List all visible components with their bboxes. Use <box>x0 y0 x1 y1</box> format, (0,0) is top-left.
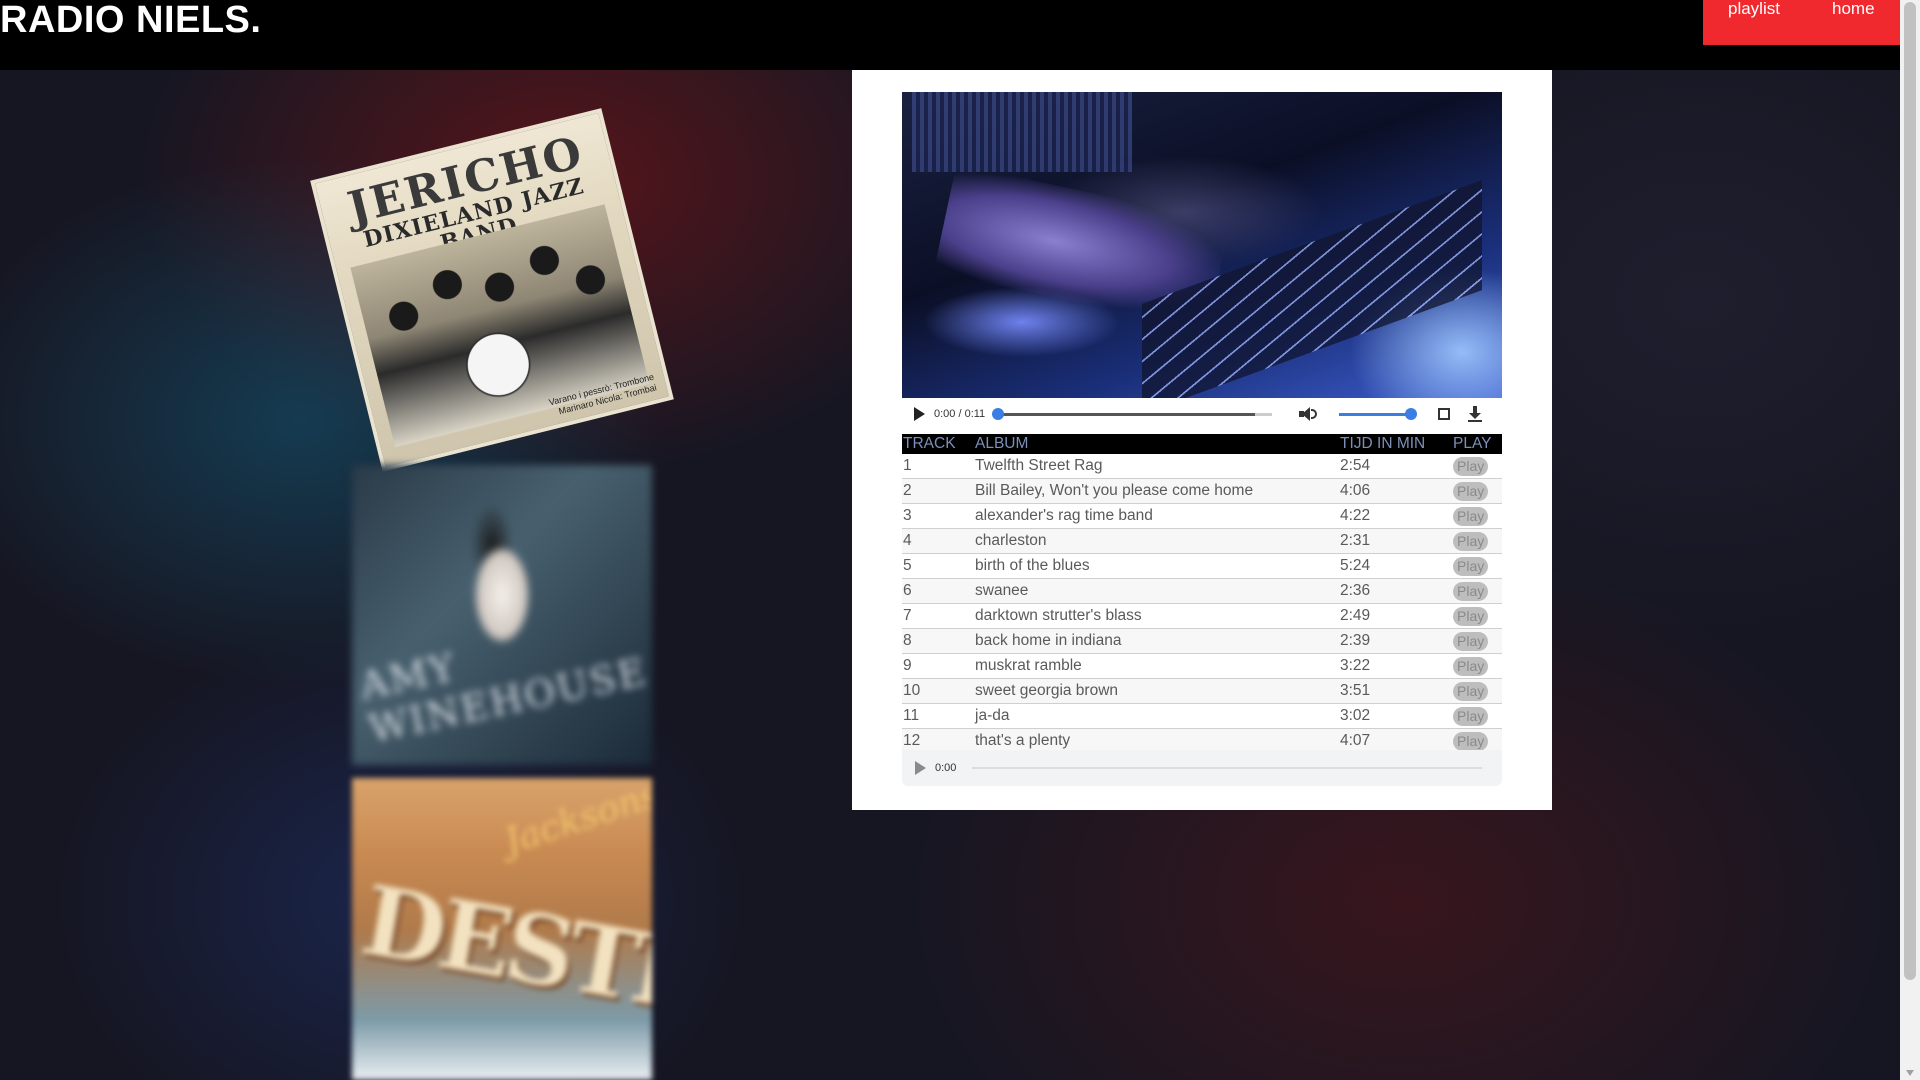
track-duration: 5:24 <box>1339 553 1452 579</box>
track-duration: 2:54 <box>1339 454 1452 479</box>
play-button[interactable]: Play <box>1453 631 1489 651</box>
play-icon[interactable] <box>915 761 926 775</box>
table-row: 9 muskrat ramble 3:22 Play <box>902 653 1502 679</box>
track-duration: 3:02 <box>1339 703 1452 729</box>
track-number: 2 <box>902 478 974 504</box>
track-number: 9 <box>902 653 974 679</box>
track-duration: 2:31 <box>1339 528 1452 554</box>
table-header-row: TRACK ALBUM TIJD IN MIN PLAY <box>902 434 1502 454</box>
column-header-album: ALBUM <box>974 434 1339 454</box>
album-cover-jericho: JERICHO DIXIELAND JAZZ BAND Varano i pes… <box>310 108 674 472</box>
nav-menu: playlist home <box>1703 0 1903 45</box>
page-scrollbar[interactable] <box>1900 0 1920 1080</box>
nav-link-home[interactable]: home <box>1832 0 1875 18</box>
site-title: RADIO NIELS. <box>0 0 262 41</box>
video-screen-graphic <box>912 92 1132 172</box>
volume-icon[interactable] <box>1297 406 1319 422</box>
track-title: charleston <box>974 528 1339 554</box>
scroll-down-arrow-icon[interactable] <box>1906 1070 1914 1076</box>
video-player[interactable]: 0:00 / 0:11 <box>902 92 1502 430</box>
play-button[interactable]: Play <box>1453 656 1489 676</box>
track-number: 7 <box>902 603 974 629</box>
download-icon[interactable] <box>1468 406 1483 422</box>
video-controls: 0:00 / 0:11 <box>902 398 1502 430</box>
tracklist-table: TRACK ALBUM TIJD IN MIN PLAY 1 Twelfth S… <box>902 434 1502 754</box>
track-duration: 3:51 <box>1339 678 1452 704</box>
table-row: 1 Twelfth Street Rag 2:54 Play <box>902 454 1502 479</box>
play-button[interactable]: Play <box>1453 706 1489 726</box>
table-row: 11 ja-da 3:02 Play <box>902 703 1502 729</box>
table-row: 8 back home in indiana 2:39 Play <box>902 628 1502 654</box>
table-row: 4 charleston 2:31 Play <box>902 528 1502 554</box>
video-frame[interactable] <box>902 92 1502 414</box>
track-number: 6 <box>902 578 974 604</box>
play-button[interactable]: Play <box>1453 481 1489 501</box>
play-button[interactable]: Play <box>1453 606 1489 626</box>
album-cover-title: AMY WINEHOUSE <box>355 644 652 752</box>
video-time: 0:00 / 0:11 <box>934 408 986 420</box>
track-number: 10 <box>902 678 974 704</box>
column-header-play: PLAY <box>1452 434 1502 454</box>
track-number: 11 <box>902 703 974 729</box>
player-card: 0:00 / 0:11 TRACK ALBUM TIJD IN MIN PLAY <box>852 70 1552 810</box>
track-number: 8 <box>902 628 974 654</box>
table-row: 2 Bill Bailey, Won't you please come hom… <box>902 478 1502 504</box>
track-title: darktown strutter's blass <box>974 603 1339 629</box>
track-title: sweet georgia brown <box>974 678 1339 704</box>
play-button[interactable]: Play <box>1453 531 1489 551</box>
album-cover-amy-winehouse: AMY WINEHOUSE <box>352 465 652 765</box>
table-row: 3 alexander's rag time band 4:22 Play <box>902 503 1502 529</box>
volume-slider[interactable] <box>1339 407 1418 420</box>
nav-link-playlist[interactable]: playlist <box>1728 0 1780 18</box>
column-header-time: TIJD IN MIN <box>1339 434 1452 454</box>
track-number: 4 <box>902 528 974 554</box>
table-row: 10 sweet georgia brown 3:51 Play <box>902 678 1502 704</box>
play-button[interactable]: Play <box>1453 731 1489 751</box>
track-duration: 2:39 <box>1339 628 1452 654</box>
album-cover-artist: Jacksons <box>499 778 652 863</box>
track-duration: 2:49 <box>1339 603 1452 629</box>
play-button[interactable]: Play <box>1453 506 1489 526</box>
album-cover-title: DESTINY <box>354 863 652 1055</box>
track-title: ja-da <box>974 703 1339 729</box>
track-duration: 4:06 <box>1339 478 1452 504</box>
track-title: Bill Bailey, Won't you please come home <box>974 478 1339 504</box>
track-duration: 3:22 <box>1339 653 1452 679</box>
track-title: back home in indiana <box>974 628 1339 654</box>
video-progress-handle[interactable] <box>992 407 1005 420</box>
table-row: 7 darktown strutter's blass 2:49 Play <box>902 603 1502 629</box>
track-title: muskrat ramble <box>974 653 1339 679</box>
track-title: birth of the blues <box>974 553 1339 579</box>
play-button[interactable]: Play <box>1453 581 1489 601</box>
track-title: swanee <box>974 578 1339 604</box>
play-button[interactable]: Play <box>1453 456 1489 476</box>
track-number: 5 <box>902 553 974 579</box>
track-number: 1 <box>902 454 974 479</box>
track-duration: 4:22 <box>1339 503 1452 529</box>
volume-handle[interactable] <box>1405 407 1418 420</box>
fullscreen-icon[interactable] <box>1438 408 1451 420</box>
play-button[interactable]: Play <box>1453 556 1489 576</box>
track-duration: 2:36 <box>1339 578 1452 604</box>
table-row: 6 swanee 2:36 Play <box>902 578 1502 604</box>
audio-player: 0:00 <box>902 750 1502 786</box>
top-bar: RADIO NIELS. playlist home <box>0 0 1903 70</box>
audio-progress-slider[interactable] <box>972 767 1483 769</box>
video-progress-track <box>997 412 1256 416</box>
album-cover-destiny: Jacksons DESTINY <box>352 778 652 1080</box>
table-row: 5 birth of the blues 5:24 Play <box>902 553 1502 579</box>
audio-time: 0:00 <box>935 762 957 774</box>
play-icon[interactable] <box>914 407 925 421</box>
track-title: alexander's rag time band <box>974 503 1339 529</box>
column-header-track: TRACK <box>902 434 974 454</box>
track-title: Twelfth Street Rag <box>974 454 1339 479</box>
video-progress-slider[interactable] <box>992 407 1273 420</box>
track-number: 3 <box>902 503 974 529</box>
scrollbar-thumb[interactable] <box>1904 2 1916 980</box>
play-button[interactable]: Play <box>1453 681 1489 701</box>
